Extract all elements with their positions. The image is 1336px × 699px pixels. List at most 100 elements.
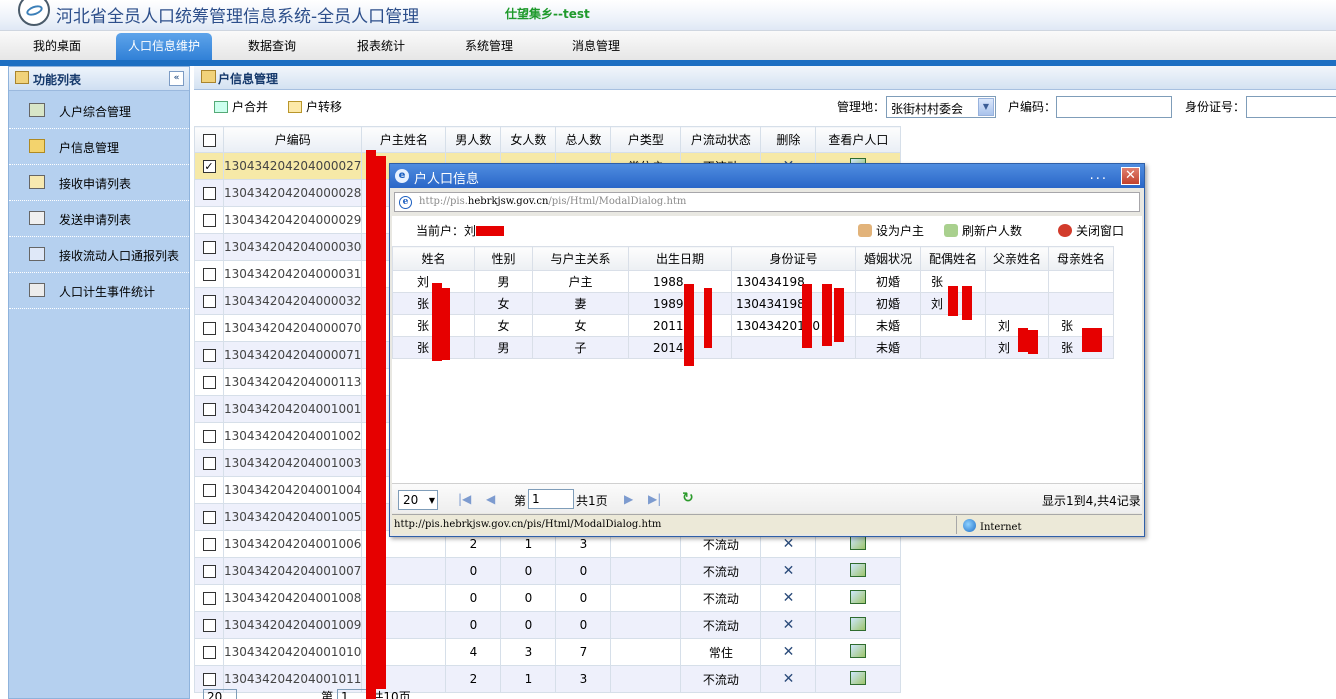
page-size-select[interactable]: 20 [203, 689, 238, 699]
col-code[interactable]: 户编码 [222, 126, 363, 153]
dialog-page-input[interactable]: 1 [528, 489, 574, 509]
household-code[interactable]: 130434204204000029 [222, 206, 363, 234]
menu-system[interactable]: 系统管理 [465, 37, 513, 54]
row-checkbox[interactable] [194, 260, 224, 288]
delete-icon[interactable]: ✕ [760, 638, 817, 666]
sidebar-item-sent-requests[interactable]: 发送申请列表 [9, 201, 189, 237]
col-total[interactable]: 总人数 [555, 126, 612, 153]
table-row[interactable]: 130434204204001009张000不流动✕ [194, 611, 902, 639]
household-code[interactable]: 130434204204000027 [222, 152, 363, 180]
dialog-titlebar[interactable]: e 户人口信息 ... ✕ [390, 164, 1144, 188]
prev-page-icon[interactable]: ◀ [486, 492, 495, 506]
member-row[interactable]: 张男子 2014 未婚刘张 [392, 336, 1114, 359]
row-checkbox[interactable] [194, 557, 224, 585]
household-code[interactable]: 130434204204001003 [222, 449, 363, 477]
row-checkbox[interactable] [194, 638, 224, 666]
row-checkbox[interactable] [194, 179, 224, 207]
household-code[interactable]: 130434204204001005 [222, 503, 363, 531]
table-row[interactable]: 130434204204001010张437常住✕ [194, 638, 902, 666]
row-checkbox[interactable] [194, 422, 224, 450]
row-checkbox[interactable] [194, 368, 224, 396]
view-members-icon[interactable] [815, 665, 902, 693]
sidebar-item-event-stats[interactable]: 人口计生事件统计 [9, 273, 189, 309]
refresh-count-button[interactable]: 刷新户人数 [944, 222, 1022, 239]
select-all-checkbox[interactable] [194, 126, 224, 153]
col-mobility[interactable]: 户流动状态 [680, 126, 762, 153]
refresh-icon[interactable]: ↻ [682, 490, 694, 506]
first-page-icon[interactable]: |◀ [458, 492, 471, 506]
row-checkbox[interactable] [194, 611, 224, 639]
row-checkbox[interactable] [194, 503, 224, 531]
row-checkbox[interactable] [194, 476, 224, 504]
view-members-icon[interactable] [815, 638, 902, 666]
sidebar-item-floating-notices[interactable]: 接收流动人口通报列表 [9, 237, 189, 273]
next-page-icon[interactable]: ▶ [624, 492, 633, 506]
transfer-household-button[interactable]: 户转移 [288, 98, 342, 115]
household-code[interactable]: 130434204204001010 [222, 638, 363, 666]
row-checkbox[interactable] [194, 395, 224, 423]
member-row[interactable]: 刘男户主 1988 130434198 初婚张 [392, 270, 1114, 293]
delete-icon[interactable]: ✕ [760, 584, 817, 612]
col-male[interactable]: 男人数 [445, 126, 502, 153]
household-code[interactable]: 130434204204001008 [222, 584, 363, 612]
row-checkbox[interactable] [194, 287, 224, 315]
col-head-name[interactable]: 户主姓名 [361, 126, 447, 153]
menu-desktop[interactable]: 我的桌面 [33, 37, 81, 54]
dialog-page-size-select[interactable]: 20 ▼ [398, 490, 438, 510]
delete-icon[interactable]: ✕ [760, 665, 817, 693]
set-head-button[interactable]: 设为户主 [858, 222, 924, 239]
row-checkbox[interactable] [194, 449, 224, 477]
row-checkbox[interactable] [194, 341, 224, 369]
household-code[interactable]: 130434204204001007 [222, 557, 363, 585]
delete-icon[interactable]: ✕ [760, 611, 817, 639]
view-members-icon[interactable] [815, 584, 902, 612]
area-select[interactable]: 张街村村委会 ▼ [886, 96, 996, 118]
row-checkbox[interactable] [194, 206, 224, 234]
row-checkbox[interactable] [194, 314, 224, 342]
close-window-button[interactable]: 关闭窗口 [1058, 222, 1124, 239]
member-father: 刘 [985, 336, 1049, 359]
view-members-icon[interactable] [815, 557, 902, 585]
household-type [610, 611, 682, 639]
table-row[interactable]: 130434204204001007张000不流动✕ [194, 557, 902, 585]
view-members-icon[interactable] [815, 611, 902, 639]
member-row[interactable]: 张女女 2011 13043420110 未婚刘张 [392, 314, 1114, 337]
household-code[interactable]: 130434204204000030 [222, 233, 363, 261]
menu-messages[interactable]: 消息管理 [572, 37, 620, 54]
household-code[interactable]: 130434204204001002 [222, 422, 363, 450]
sidebar-item-received-requests[interactable]: 接收申请列表 [9, 165, 189, 201]
household-code[interactable]: 130434204204001004 [222, 476, 363, 504]
row-checkbox[interactable] [194, 233, 224, 261]
merge-household-button[interactable]: 户合并 [214, 98, 268, 115]
menu-data-query[interactable]: 数据查询 [248, 37, 296, 54]
household-code-input[interactable] [1056, 96, 1172, 118]
row-checkbox[interactable]: ✓ [194, 152, 224, 180]
household-code[interactable]: 130434204204000113 [222, 368, 363, 396]
dialog-close-button[interactable]: ✕ [1121, 167, 1140, 185]
collapse-icon[interactable]: « [169, 71, 184, 86]
household-code[interactable]: 130434204204000071 [222, 341, 363, 369]
sidebar-item-household-overview[interactable]: 人户综合管理 [9, 93, 189, 129]
row-checkbox[interactable] [194, 530, 224, 558]
row-checkbox[interactable] [194, 584, 224, 612]
household-code[interactable]: 130434204204001009 [222, 611, 363, 639]
menu-population-maintenance[interactable]: 人口信息维护 [116, 33, 213, 61]
household-code[interactable]: 130434204204000032 [222, 287, 363, 315]
menu-reports[interactable]: 报表统计 [357, 37, 405, 54]
household-code[interactable]: 130434204204000070 [222, 314, 363, 342]
sidebar-item-household-info[interactable]: 户信息管理 [9, 129, 189, 165]
col-type[interactable]: 户类型 [610, 126, 682, 153]
col-female[interactable]: 女人数 [500, 126, 557, 153]
household-code[interactable]: 130434204204001001 [222, 395, 363, 423]
delete-icon[interactable]: ✕ [760, 557, 817, 585]
table-row[interactable]: 130434204204001008张000不流动✕ [194, 584, 902, 612]
member-row[interactable]: 张女妻 1989 130434198 初婚刘 [392, 292, 1114, 315]
id-number-input[interactable] [1246, 96, 1336, 118]
household-code[interactable]: 130434204204000028 [222, 179, 363, 207]
household-code[interactable]: 130434204204000031 [222, 260, 363, 288]
redaction-mark [948, 286, 958, 316]
last-page-icon[interactable]: ▶| [648, 492, 661, 506]
household-code[interactable]: 130434204204001006 [222, 530, 363, 558]
page-input[interactable]: 1 [336, 689, 368, 699]
more-icon[interactable]: ... [1090, 168, 1108, 183]
